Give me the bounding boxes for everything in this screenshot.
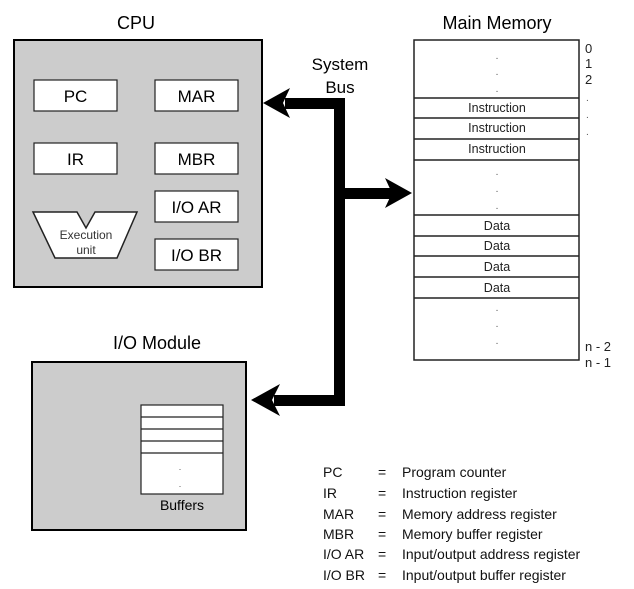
system-bus bbox=[251, 88, 412, 416]
computer-components-diagram: CPU PC MAR IR MBR I/O AR I/O BR Executio… bbox=[13, 13, 611, 583]
svg-text:=: = bbox=[378, 506, 386, 522]
main-memory: ... ... ... Instruction Instruction Inst… bbox=[413, 39, 611, 370]
register-pc-label: PC bbox=[64, 87, 88, 106]
io-module-title: I/O Module bbox=[113, 333, 201, 353]
svg-text:.: . bbox=[496, 51, 499, 62]
svg-text:.: . bbox=[586, 93, 589, 104]
memory-row-instruction: Instruction bbox=[468, 121, 526, 135]
legend: PC = Program counter IR = Instruction regist… bbox=[323, 464, 581, 583]
svg-text:=: = bbox=[378, 485, 386, 501]
legend-item: MAR = Memory address register bbox=[323, 506, 557, 522]
bus-io-branch bbox=[274, 395, 345, 406]
memory-row-data: Data bbox=[484, 219, 510, 233]
memory-row-instruction: Instruction bbox=[468, 142, 526, 156]
svg-text:.: . bbox=[496, 303, 499, 314]
svg-text:I/O AR: I/O AR bbox=[323, 546, 364, 562]
bus-label-2: Bus bbox=[325, 78, 354, 97]
memory-row-data: Data bbox=[484, 239, 510, 253]
bus-memory-branch bbox=[334, 188, 392, 199]
svg-text:Instruction register: Instruction register bbox=[402, 485, 517, 501]
svg-text:.: . bbox=[496, 184, 499, 195]
register-io-ar: I/O AR bbox=[154, 190, 239, 223]
svg-text:.: . bbox=[496, 336, 499, 347]
address-n-2: n - 2 bbox=[585, 339, 611, 354]
memory-row-instruction: Instruction bbox=[468, 101, 526, 115]
svg-text:Program counter: Program counter bbox=[402, 464, 507, 480]
svg-text:I/O BR: I/O BR bbox=[323, 567, 365, 583]
buffers-label: Buffers bbox=[160, 497, 204, 513]
svg-text:=: = bbox=[378, 464, 386, 480]
memory-row-data: Data bbox=[484, 281, 510, 295]
register-io-ar-label: I/O AR bbox=[171, 198, 221, 217]
svg-text:.: . bbox=[496, 67, 499, 78]
register-mbr-label: MBR bbox=[178, 150, 216, 169]
svg-text:.: . bbox=[496, 84, 499, 95]
svg-text:.: . bbox=[496, 319, 499, 330]
register-io-br-label: I/O BR bbox=[171, 246, 222, 265]
svg-text:Memory buffer register: Memory buffer register bbox=[402, 526, 543, 542]
svg-text:.: . bbox=[496, 167, 499, 178]
address-2: 2 bbox=[585, 72, 592, 87]
svg-text:.: . bbox=[586, 110, 589, 121]
svg-text:MBR: MBR bbox=[323, 526, 354, 542]
svg-text:=: = bbox=[378, 546, 386, 562]
address-n-1: n - 1 bbox=[585, 355, 611, 370]
register-mar: MAR bbox=[154, 79, 239, 112]
register-pc: PC bbox=[33, 79, 118, 112]
bus-cpu-branch bbox=[285, 98, 345, 109]
legend-item: I/O AR = Input/output address register bbox=[323, 546, 581, 562]
register-io-br: I/O BR bbox=[154, 238, 239, 271]
svg-text:.: . bbox=[586, 127, 589, 138]
bus-vertical bbox=[334, 98, 345, 406]
memory-title: Main Memory bbox=[442, 13, 551, 33]
svg-text:MAR: MAR bbox=[323, 506, 354, 522]
execution-unit-label-1: Execution bbox=[60, 228, 113, 242]
svg-text:.: . bbox=[179, 462, 182, 472]
address-0: 0 bbox=[585, 41, 592, 56]
register-mbr: MBR bbox=[154, 142, 239, 175]
address-1: 1 bbox=[585, 56, 592, 71]
legend-item: PC = Program counter bbox=[323, 464, 507, 480]
svg-text:=: = bbox=[378, 567, 386, 583]
cpu-title: CPU bbox=[117, 13, 155, 33]
svg-text:Memory address register: Memory address register bbox=[402, 506, 557, 522]
svg-text:Input/output buffer register: Input/output buffer register bbox=[402, 567, 566, 583]
register-ir-label: IR bbox=[67, 150, 84, 169]
memory-row-data: Data bbox=[484, 260, 510, 274]
svg-text:Input/output address register: Input/output address register bbox=[402, 546, 581, 562]
execution-unit-label-2: unit bbox=[76, 243, 96, 257]
svg-text:.: . bbox=[496, 201, 499, 212]
svg-text:IR: IR bbox=[323, 485, 337, 501]
svg-text:PC: PC bbox=[323, 464, 342, 480]
legend-item: I/O BR = Input/output buffer register bbox=[323, 567, 566, 583]
bus-label-1: System bbox=[312, 55, 369, 74]
svg-text:=: = bbox=[378, 526, 386, 542]
legend-item: IR = Instruction register bbox=[323, 485, 517, 501]
svg-text:.: . bbox=[179, 479, 182, 489]
register-mar-label: MAR bbox=[178, 87, 216, 106]
register-ir: IR bbox=[33, 142, 118, 175]
legend-item: MBR = Memory buffer register bbox=[323, 526, 543, 542]
